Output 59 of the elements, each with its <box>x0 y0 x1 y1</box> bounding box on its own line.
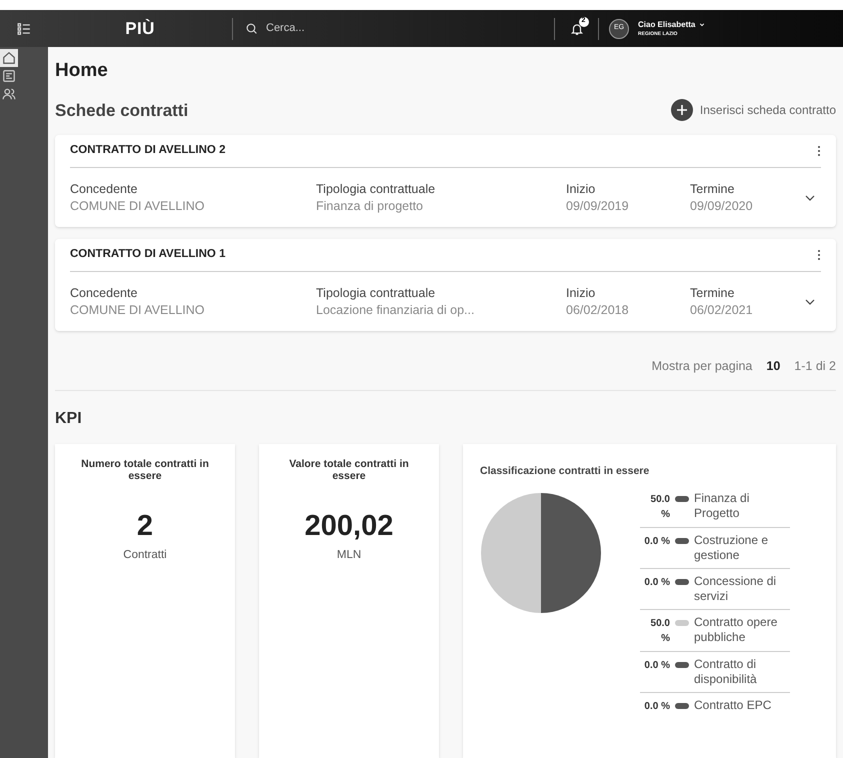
field-label: Concedente <box>70 181 138 198</box>
page-size-value[interactable]: 10 <box>766 357 780 376</box>
legend-value: 0.0 % <box>643 534 670 549</box>
more-options-icon[interactable] <box>817 249 821 261</box>
field-label: Termine <box>690 181 736 198</box>
kpi-title: KPI <box>55 408 83 429</box>
field-value: 09/09/2020 <box>690 198 754 215</box>
plus-icon <box>670 99 693 122</box>
search-icon <box>245 22 258 35</box>
field-label: Inizio <box>566 285 596 302</box>
page-title: Home <box>55 59 109 83</box>
field-value: 06/02/2021 <box>690 302 754 319</box>
legend-label: Contratto EPC <box>694 698 772 713</box>
contract-title[interactable]: CONTRATTO DI AVELLINO 2 <box>70 142 226 160</box>
kpi-unit: MLN <box>336 548 362 563</box>
app-logo[interactable]: PIÙ <box>125 16 155 42</box>
bell-icon[interactable] <box>570 22 584 36</box>
field-label: Termine <box>690 285 736 302</box>
page-size-label: Mostra per pagina <box>652 358 752 375</box>
field-value: 09/09/2019 <box>566 198 630 215</box>
legend-value: 0.0 % <box>643 658 670 673</box>
legend-label: Concessione di servizi <box>694 574 778 604</box>
home-icon <box>2 51 16 65</box>
field-value: COMUNE DI AVELLINO <box>70 302 206 319</box>
legend-label: Contratto opere pubbliche <box>694 614 778 645</box>
field-label: Inizio <box>566 181 596 198</box>
caret-icon[interactable] <box>699 22 706 28</box>
kpi-unit: Contratti <box>123 548 167 563</box>
field-label: Tipologia contrattuale <box>316 285 436 302</box>
legend-label: Contratto di disponibilità <box>694 656 758 687</box>
kpi-value: 200,02 <box>304 512 394 541</box>
menu-icon[interactable] <box>17 22 31 36</box>
legend-value: 0.0 % <box>643 576 670 590</box>
field-value: Finanza di progetto <box>316 198 424 215</box>
field-value: Locazione finanziaria di op... <box>316 302 476 319</box>
legend-value: 50.0 % <box>650 616 670 646</box>
sidebar-item[interactable] <box>0 49 18 67</box>
legend-label: Costruzione e gestione <box>694 532 770 563</box>
kpi-card-title: Valore totale contratti in essere <box>288 458 410 482</box>
field-label: Concedente <box>70 285 138 302</box>
section-title: Schede contratti <box>55 100 188 122</box>
users-icon <box>2 87 16 101</box>
classification-title: Classificazione contratti in essere <box>480 464 650 477</box>
kpi-card-title: Numero totale contratti in essere <box>80 458 210 482</box>
search-field[interactable]: Cerca... <box>266 20 466 37</box>
sidebar-item[interactable] <box>0 67 18 85</box>
field-label: Tipologia contrattuale <box>316 181 436 198</box>
field-value: COMUNE DI AVELLINO <box>70 198 206 215</box>
legend-label: Finanza di Progetto <box>694 490 750 521</box>
contract-title[interactable]: CONTRATTO DI AVELLINO 1 <box>70 246 226 264</box>
field-value: 06/02/2018 <box>566 302 630 319</box>
more-options-icon[interactable] <box>817 145 821 157</box>
user-greeting[interactable]: Ciao Elisabetta <box>638 20 696 28</box>
add-contract-button[interactable]: Inserisci scheda contratto <box>670 99 836 122</box>
document-icon <box>2 69 16 83</box>
page-range: 1-1 di 2 <box>794 358 836 375</box>
legend-value: 50.0 % <box>650 492 670 522</box>
kpi-value: 2 <box>136 512 154 541</box>
legend-value: 0.0 % <box>643 700 670 714</box>
